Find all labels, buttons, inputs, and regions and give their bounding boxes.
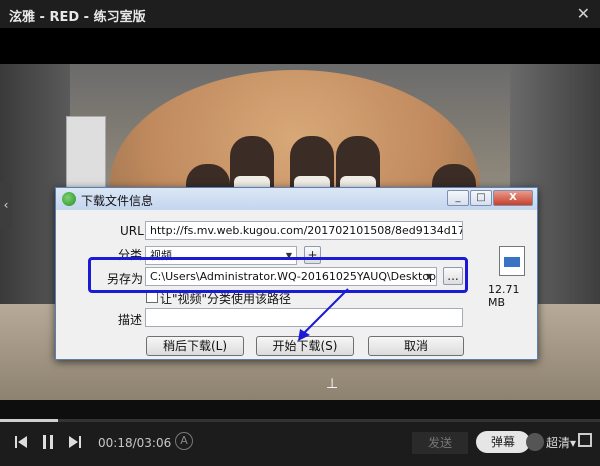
download-later-button[interactable]: 稍后下载(L) <box>146 336 244 356</box>
save-as-highlight <box>88 257 468 293</box>
pause-icon[interactable] <box>41 434 55 450</box>
file-size: 12.71 MB <box>488 283 520 309</box>
file-icon <box>499 246 525 276</box>
cancel-button[interactable]: 取消 <box>368 336 464 356</box>
dialog-titlebar[interactable]: 下载文件信息 _ □ X <box>56 188 537 210</box>
url-label: URL <box>120 224 144 238</box>
send-button[interactable]: 发送 <box>412 432 468 454</box>
window-titlebar: 泫雅 - RED - 练习室版 ✕ <box>0 0 600 28</box>
minimize-button[interactable]: _ <box>447 190 469 206</box>
danmaku-toggle[interactable]: 弹幕 <box>476 431 544 453</box>
top-band <box>0 28 600 64</box>
next-icon[interactable] <box>68 435 82 449</box>
side-collapse-tab[interactable]: ‹ <box>0 182 12 228</box>
playback-time: 00:18/03:06 <box>98 436 172 450</box>
dialog-close-button[interactable]: X <box>493 190 533 206</box>
url-field[interactable]: http://fs.mv.web.kugou.com/201702101508/… <box>145 221 463 240</box>
description-label: 描述 <box>118 313 143 327</box>
dialog-title: 下载文件信息 <box>81 194 154 208</box>
window-title: 泫雅 - RED - 练习室版 <box>9 10 146 25</box>
dialog-window-buttons: _ □ X <box>447 190 533 206</box>
quality-label: 超清 <box>546 436 571 450</box>
player-controls: 00:18/03:06 A 发送 弹幕 超清▾ <box>0 422 600 466</box>
chevron-down-icon: ▾ <box>570 436 577 450</box>
maximize-button[interactable]: □ <box>470 190 492 206</box>
window-close-icon[interactable]: ✕ <box>577 4 590 23</box>
annotation-arrow-icon <box>298 288 349 341</box>
quality-select[interactable]: 超清▾ <box>546 434 576 451</box>
kugou-logo-icon <box>62 192 76 206</box>
video-bottom-band <box>0 400 600 419</box>
font-style-icon[interactable]: A <box>175 432 193 450</box>
previous-icon[interactable] <box>14 435 28 449</box>
fullscreen-icon[interactable] <box>578 433 592 447</box>
video-mark: ⊥ <box>326 376 339 392</box>
